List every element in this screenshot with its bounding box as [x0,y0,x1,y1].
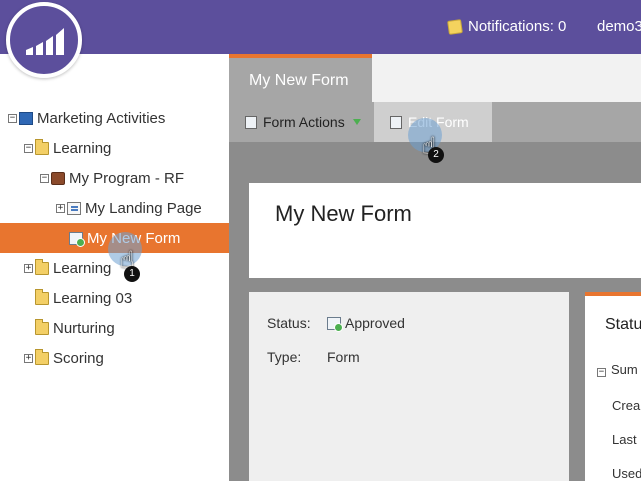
collapse-icon[interactable]: − [24,143,33,153]
tree-item-learning-03[interactable]: Learning 03 [0,283,229,313]
tree-item-label: Nurturing [53,319,115,337]
notifications-link[interactable]: Notifications: 0 [447,18,567,35]
type-value: Form [327,349,360,365]
sidebar-tree: − Marketing Activities − Learning − My P… [0,54,229,481]
edit-pencil-icon [390,115,402,129]
tab-my-new-form[interactable]: My New Form [229,54,372,102]
user-menu[interactable]: demo3 [597,18,641,35]
tree-item-label: Learning [53,259,112,277]
tree-item-learning[interactable]: − Learning [0,133,229,163]
status-card: Status −Sum Crea Last Used [585,292,641,481]
status-card-header: Status [605,316,641,333]
step-badge-2: 2 [428,147,444,163]
details-card: Status: Approved Type: Form [249,292,569,481]
tree-item-scoring[interactable]: + Scoring [0,343,229,373]
type-label: Type: [267,349,302,365]
tree-item-label: Learning 03 [53,289,133,307]
status-value-text: Approved [345,315,405,331]
folder-icon [35,138,49,155]
expand-icon[interactable]: + [24,353,33,363]
tab-strip: My New Form [229,54,641,102]
tree-item-label: Marketing Activities [37,109,166,127]
used-label: Used [612,466,641,481]
program-icon [51,171,65,185]
marketo-logo[interactable] [6,2,82,78]
tree-item-label: Learning [53,139,112,157]
status-value: Approved [327,315,405,332]
form-actions-label: Form Actions [263,114,345,130]
landing-page-icon [67,201,81,215]
status-label: Status: [267,315,311,331]
folder-icon [35,258,49,275]
approved-form-icon [327,316,343,332]
book-icon [19,111,33,125]
tree-item-label: My Landing Page [85,199,202,217]
expand-icon[interactable]: + [56,203,65,213]
dropdown-caret-icon [352,119,361,125]
collapse-icon[interactable]: − [8,113,17,123]
tree-item-my-landing-page[interactable]: + My Landing Page [0,193,229,223]
tree-item-label: Scoring [53,349,104,367]
collapse-icon: − [597,367,606,377]
form-icon [69,231,85,247]
notifications-label: Notifications: 0 [468,18,567,35]
folder-icon [35,288,49,305]
title-card: My New Form [249,183,641,278]
logo-bars-icon [26,28,64,55]
form-actions-button[interactable]: Form Actions [245,102,361,142]
form-actions-icon [245,115,257,129]
summary-toggle[interactable]: − Sum [597,362,638,377]
step-badge-1: 1 [124,266,140,282]
tree-item-my-program[interactable]: − My Program - RF [0,163,229,193]
summary-label: Sum [611,362,638,377]
folder-icon [35,318,49,335]
folder-icon [35,348,49,365]
notification-note-icon [447,18,463,35]
last-label: Last [612,432,637,447]
collapse-icon[interactable]: − [40,173,49,183]
tree-item-label: My Program - RF [69,169,185,187]
top-bar: Notifications: 0 demo3 [0,0,641,54]
tree-item-marketing-activities[interactable]: − Marketing Activities [0,103,229,133]
tree-item-nurturing[interactable]: Nurturing [0,313,229,343]
main-panel: My New Form Form Actions Edit Form My Ne… [229,54,641,481]
created-label: Crea [612,398,641,413]
expand-icon[interactable]: + [24,263,33,273]
page-title: My New Form [275,201,412,226]
